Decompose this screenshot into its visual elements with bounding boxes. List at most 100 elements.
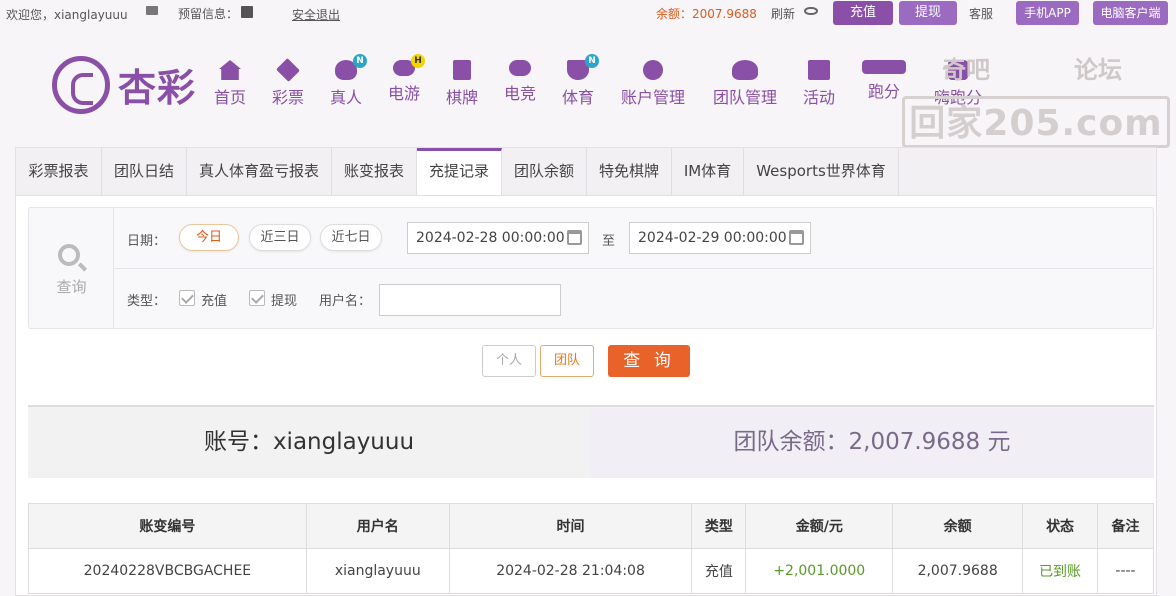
range-7days-button[interactable]: 近七日 — [320, 224, 382, 251]
watermark-domain: 回家205.com — [902, 96, 1170, 148]
home-icon — [219, 60, 241, 80]
tab-team-daily[interactable]: 团队日结 — [102, 148, 187, 195]
withdraw-checkbox[interactable] — [249, 290, 265, 306]
customer-service-link[interactable]: 客服 — [969, 5, 993, 22]
hot-badge: H — [411, 54, 425, 68]
tab-im-sports[interactable]: IM体育 — [672, 148, 744, 195]
nav-label: 电竞 — [503, 84, 536, 103]
trophy-icon: N — [567, 54, 599, 80]
nav-esports[interactable]: 电竞 — [502, 60, 538, 104]
tab-account-changes[interactable]: 账变报表 — [332, 148, 417, 195]
nav-lottery[interactable]: 彩票 — [270, 58, 306, 108]
query-button[interactable]: 查 询 — [608, 345, 690, 377]
calendar-icon[interactable] — [789, 230, 804, 245]
col-header: 账变编号 — [28, 503, 307, 549]
logo-icon[interactable] — [52, 56, 110, 114]
username-label: 用户名： — [319, 294, 372, 309]
refresh-link[interactable]: 刷新 — [771, 5, 795, 22]
withdraw-type-label: 提现 — [271, 294, 298, 309]
personal-button[interactable]: 个人 — [482, 345, 536, 377]
nav-label: 账户管理 — [620, 88, 685, 107]
withdraw-button[interactable]: 提现 — [899, 1, 957, 25]
nav-paofen[interactable]: 跑分 — [860, 60, 908, 102]
nav-label: 电游 — [387, 84, 420, 103]
reserved-info-label: 预留信息： — [178, 7, 239, 21]
to-label: 至 — [602, 234, 616, 249]
report-tabs: 彩票报表 团队日结 真人体育盈亏报表 账变报表 充提记录 团队余额 特免棋牌 I… — [15, 147, 1157, 196]
col-header: 余额 — [892, 503, 1024, 549]
logout-link[interactable]: 安全退出 — [292, 6, 340, 23]
tab-wesports[interactable]: Wesports世界体育 — [744, 148, 899, 195]
team-balance-summary: 团队余额：2,007.9688 元 — [590, 407, 1154, 478]
cell-balance: 2,007.9688 — [892, 548, 1024, 594]
lottery-ticket-icon — [276, 58, 300, 82]
col-header: 用户名 — [305, 503, 450, 549]
nav-label: 团队管理 — [712, 88, 777, 107]
new-badge: N — [585, 54, 599, 68]
cell-type: 充值 — [691, 548, 747, 594]
nav-live[interactable]: N 真人 — [328, 54, 367, 108]
cards-icon — [453, 60, 471, 80]
mail-icon[interactable] — [146, 6, 158, 15]
col-header: 备注 — [1097, 503, 1154, 549]
nav-account[interactable]: 账户管理 — [618, 60, 688, 108]
nav-label: 彩票 — [271, 88, 304, 107]
summary-bar: 账号：xianglayuuu 团队余额：2,007.9688 元 — [28, 405, 1154, 478]
nav-activity[interactable]: 活动 — [801, 60, 837, 108]
new-badge: N — [353, 54, 367, 68]
nav-label: 体育 — [561, 88, 594, 107]
gamepad-icon: H — [393, 54, 425, 76]
tab-exempt-chess[interactable]: 特免棋牌 — [587, 148, 672, 195]
recharge-checkbox[interactable] — [179, 290, 195, 306]
mobile-app-button[interactable]: 手机APP — [1016, 1, 1079, 25]
col-header: 类型 — [691, 503, 747, 549]
logo-text[interactable]: 杏彩 — [118, 57, 196, 112]
cell-username: xianglayuuu — [305, 548, 450, 594]
date-row: 日期： 今日 近三日 近七日 2024-02-28 00:00:00 至 202… — [115, 208, 1153, 269]
cell-amount: +2,001.0000 — [745, 548, 894, 594]
gift-icon — [808, 60, 830, 80]
query-side: 查询 — [29, 208, 114, 328]
end-date-input[interactable]: 2024-02-29 00:00:00 — [629, 222, 811, 254]
watermark-text: 奇吧 — [942, 56, 990, 84]
date-label: 日期： — [127, 234, 167, 249]
hide-balance-icon[interactable] — [804, 7, 818, 15]
table-header-row: 账变编号 用户名 时间 类型 金额/元 余额 状态 备注 — [28, 503, 1154, 549]
pc-client-button[interactable]: 电脑客户端 — [1093, 1, 1168, 25]
username-input[interactable] — [379, 284, 561, 316]
search-icon — [58, 244, 80, 266]
cell-transaction-id: 20240228VBCBGACHEE — [28, 548, 307, 594]
yen-account-icon — [643, 60, 663, 80]
calendar-icon[interactable] — [567, 230, 582, 245]
nav-sports[interactable]: N 体育 — [560, 54, 599, 108]
nav-label: 跑分 — [867, 82, 900, 101]
recharge-button[interactable]: 充值 — [833, 1, 893, 25]
nav-home[interactable]: 首页 — [212, 60, 248, 108]
cell-remark: ---- — [1097, 548, 1154, 594]
account-summary: 账号：xianglayuuu — [28, 407, 590, 478]
cell-time: 2024-02-28 21:04:08 — [448, 548, 693, 594]
team-button[interactable]: 团队 — [540, 345, 594, 377]
records-table: 账变编号 用户名 时间 类型 金额/元 余额 状态 备注 20240228VBC… — [28, 503, 1154, 594]
team-icon — [732, 60, 758, 80]
start-date-value: 2024-02-28 00:00:00 — [416, 230, 565, 246]
esports-gamepad-icon — [509, 60, 531, 76]
start-date-input[interactable]: 2024-02-28 00:00:00 — [407, 222, 589, 254]
tab-lottery-report[interactable]: 彩票报表 — [16, 148, 102, 195]
tab-deposit-withdraw-records[interactable]: 充提记录 — [417, 148, 502, 195]
type-label: 类型： — [127, 294, 167, 309]
nav-team[interactable]: 团队管理 — [710, 60, 780, 108]
cell-status: 已到账 — [1022, 548, 1099, 594]
range-today-button[interactable]: 今日 — [179, 224, 239, 251]
nav-label: 真人 — [329, 88, 362, 107]
edit-icon[interactable] — [241, 6, 253, 18]
nav-egame[interactable]: H 电游 — [386, 54, 425, 104]
tab-team-balance[interactable]: 团队余额 — [502, 148, 587, 195]
nav-label: 首页 — [213, 88, 246, 107]
tab-live-sports-pnl[interactable]: 真人体育盈亏报表 — [187, 148, 332, 195]
nav-chess[interactable]: 棋牌 — [444, 60, 480, 108]
range-3days-button[interactable]: 近三日 — [249, 224, 311, 251]
nav-label: 棋牌 — [445, 88, 478, 107]
filter-panel: 查询 日期： 今日 近三日 近七日 2024-02-28 00:00:00 至 … — [28, 207, 1154, 329]
end-date-value: 2024-02-29 00:00:00 — [638, 230, 787, 246]
